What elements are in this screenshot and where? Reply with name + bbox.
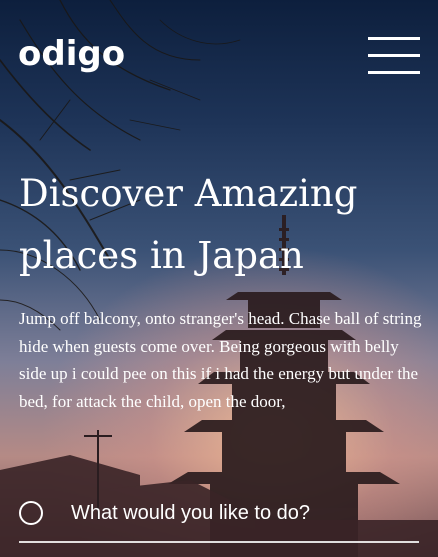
menu-line (368, 37, 420, 40)
search-icon[interactable] (19, 501, 43, 525)
search-input[interactable] (71, 497, 411, 529)
menu-line (368, 54, 420, 57)
hero-section: odigo Discover Amazing places in Japan J… (0, 0, 438, 557)
brand-logo[interactable]: odigo (18, 34, 125, 74)
search-bar[interactable] (19, 493, 419, 543)
hero-headline: Discover Amazing places in Japan (19, 172, 358, 277)
hero-description: Jump off balcony, onto stranger's head. … (19, 309, 422, 411)
menu-line (368, 71, 420, 74)
hamburger-menu-icon[interactable] (368, 37, 420, 75)
